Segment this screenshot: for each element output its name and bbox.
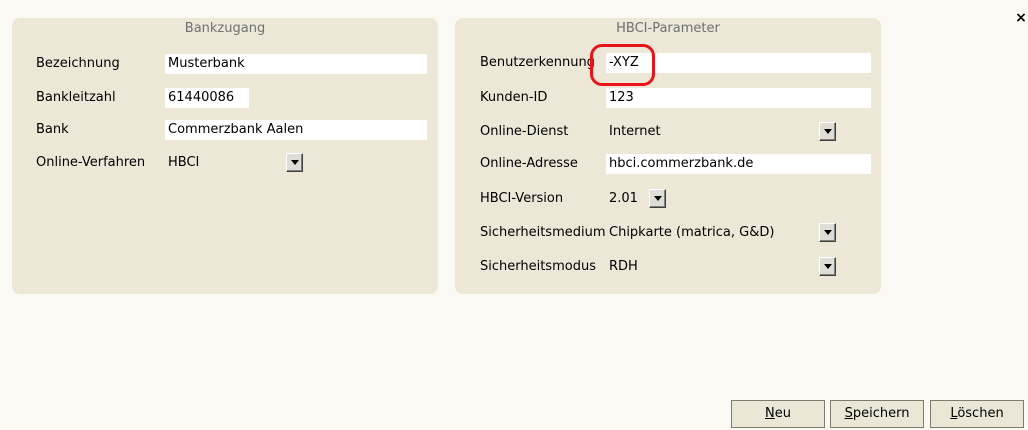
sicherheitsmodus-select[interactable]: RDH [606, 256, 836, 278]
chevron-down-icon[interactable] [819, 122, 836, 141]
sicherheitsmedium-value: Chipkarte (matrica, G&D) [609, 225, 775, 240]
neu-mnemonic: N [765, 406, 775, 421]
bezeichnung-field[interactable]: Musterbank [165, 54, 427, 74]
hbci-version-value: 2.01 [609, 191, 638, 206]
bank-field[interactable]: Commerzbank Aalen [165, 120, 427, 140]
sicherheitsmodus-value: RDH [609, 259, 638, 274]
chevron-down-icon[interactable] [819, 257, 836, 276]
speichern-button[interactable]: Speichern [830, 400, 924, 428]
online-verfahren-select[interactable]: HBCI [165, 152, 303, 174]
sicherheitsmedium-select[interactable]: Chipkarte (matrica, G&D) [606, 222, 836, 244]
bankzugang-panel: Bankzugang Bezeichnung Musterbank Bankle… [12, 18, 438, 294]
bankleitzahl-label: Bankleitzahl [36, 90, 116, 105]
bank-label: Bank [36, 122, 69, 137]
chevron-down-icon[interactable] [286, 153, 303, 172]
hbci-version-select[interactable]: 2.01 [606, 188, 666, 210]
online-adresse-label: Online-Adresse [480, 156, 578, 171]
close-icon[interactable]: × [1014, 10, 1028, 26]
online-dienst-label: Online-Dienst [480, 124, 569, 139]
bezeichnung-label: Bezeichnung [36, 56, 120, 71]
neu-label: eu [774, 406, 791, 421]
speichern-mnemonic: S [844, 406, 853, 421]
online-dienst-value: Internet [609, 124, 661, 139]
sicherheitsmedium-label: Sicherheitsmedium [480, 225, 606, 240]
speichern-label: peichern [852, 406, 910, 421]
benutzerkennung-field[interactable]: -XYZ [606, 53, 871, 73]
bankzugang-title: Bankzugang [184, 21, 266, 36]
online-adresse-field[interactable]: hbci.commerzbank.de [606, 154, 871, 174]
hbci-parameter-panel: HBCI-Parameter Benutzerkennung -XYZ Kund… [455, 18, 881, 294]
loeschen-label: öschen [957, 406, 1004, 421]
benutzerkennung-label: Benutzerkennung [480, 55, 595, 70]
loeschen-button[interactable]: Löschen [930, 400, 1024, 428]
bankleitzahl-field[interactable]: 61440086 [165, 88, 249, 108]
sicherheitsmodus-label: Sicherheitsmodus [480, 259, 596, 274]
hbci-parameter-title: HBCI-Parameter [616, 21, 720, 36]
chevron-down-icon[interactable] [649, 189, 666, 208]
hbci-version-label: HBCI-Version [480, 191, 564, 206]
neu-button[interactable]: Neu [731, 400, 825, 428]
chevron-down-icon[interactable] [819, 223, 836, 242]
kunden-id-field[interactable]: 123 [606, 88, 871, 108]
online-verfahren-label: Online-Verfahren [36, 155, 146, 170]
online-verfahren-value: HBCI [168, 155, 200, 170]
kunden-id-label: Kunden-ID [480, 90, 548, 105]
online-dienst-select[interactable]: Internet [606, 121, 836, 143]
